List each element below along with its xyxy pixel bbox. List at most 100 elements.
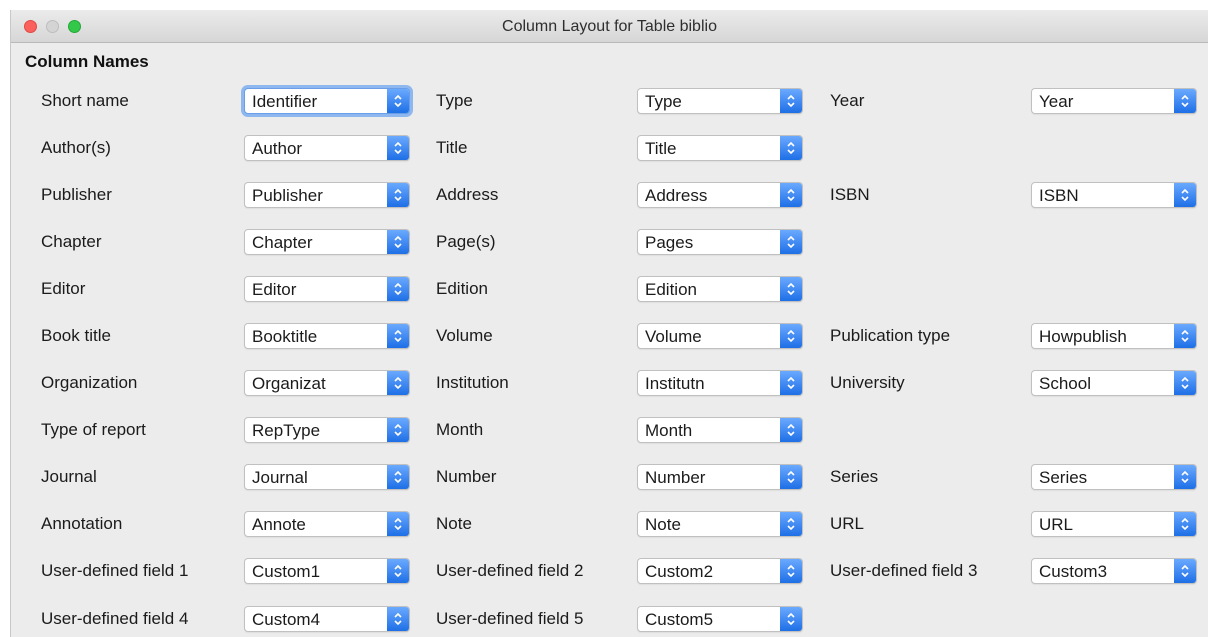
updown-chevron-icon[interactable] — [780, 277, 802, 301]
column-select[interactable]: Custom3 — [1031, 558, 1197, 584]
updown-chevron-icon[interactable] — [387, 89, 409, 113]
column-select-value: Identifier — [252, 92, 318, 111]
column-select-value: Edition — [645, 280, 697, 299]
updown-chevron-icon[interactable] — [780, 230, 802, 254]
updown-chevron-icon[interactable] — [780, 371, 802, 395]
column-select[interactable]: Custom2 — [637, 558, 803, 584]
column-select[interactable]: Identifier — [244, 88, 410, 114]
column-select[interactable]: Journal — [244, 464, 410, 490]
updown-chevron-icon[interactable] — [1174, 324, 1196, 348]
field-label: Month — [436, 420, 484, 439]
column-select[interactable]: Institutn — [637, 370, 803, 396]
field-label: Editor — [41, 279, 86, 298]
window-title: Column Layout for Table biblio — [502, 18, 717, 35]
column-select[interactable]: Publisher — [244, 182, 410, 208]
column-select[interactable]: Series — [1031, 464, 1197, 490]
column-select[interactable]: Author — [244, 135, 410, 161]
updown-chevron-icon[interactable] — [780, 183, 802, 207]
field-row: Book title Booktitle Volume Volume Publicati… — [11, 323, 1208, 349]
column-select[interactable]: Note — [637, 511, 803, 537]
field-label: Short name — [41, 91, 129, 110]
updown-chevron-icon[interactable] — [780, 418, 802, 442]
updown-chevron-icon[interactable] — [780, 136, 802, 160]
column-select-value: Custom4 — [252, 610, 321, 629]
column-select-value: Address — [645, 186, 708, 205]
column-select-value: Journal — [252, 468, 308, 487]
field-label: URL — [830, 514, 865, 533]
column-select[interactable]: Chapter — [244, 229, 410, 255]
column-select-value: Custom1 — [252, 562, 321, 581]
section-title: Column Names — [25, 52, 149, 71]
updown-chevron-icon[interactable] — [387, 465, 409, 489]
column-select[interactable]: Booktitle — [244, 323, 410, 349]
updown-chevron-icon[interactable] — [1174, 512, 1196, 536]
column-select[interactable]: Howpublish — [1031, 323, 1197, 349]
column-select-value: Title — [645, 139, 677, 158]
column-select-value: Custom2 — [645, 562, 714, 581]
column-select[interactable]: Organizat — [244, 370, 410, 396]
updown-chevron-icon[interactable] — [387, 277, 409, 301]
column-select[interactable]: Year — [1031, 88, 1197, 114]
column-select[interactable]: Volume — [637, 323, 803, 349]
column-select-value: Organizat — [252, 374, 326, 393]
column-select[interactable]: Month — [637, 417, 803, 443]
updown-chevron-icon[interactable] — [780, 465, 802, 489]
column-select[interactable]: Edition — [637, 276, 803, 302]
field-row: Chapter Chapter Page(s) Pages — [11, 229, 1208, 255]
updown-chevron-icon[interactable] — [387, 607, 409, 631]
updown-chevron-icon[interactable] — [780, 512, 802, 536]
column-select-value: Chapter — [252, 233, 313, 252]
field-label: Series — [830, 467, 879, 486]
updown-chevron-icon[interactable] — [780, 89, 802, 113]
column-select[interactable]: Editor — [244, 276, 410, 302]
updown-chevron-icon[interactable] — [387, 512, 409, 536]
column-select-value: RepType — [252, 421, 321, 440]
updown-chevron-icon[interactable] — [1174, 559, 1196, 583]
field-label: Annotation — [41, 514, 123, 533]
column-select[interactable]: ISBN — [1031, 182, 1197, 208]
field-row: Type of report RepType Month Month — [11, 417, 1208, 443]
field-label: Title — [436, 138, 468, 157]
column-select[interactable]: Annote — [244, 511, 410, 537]
field-label: ISBN — [830, 185, 870, 204]
updown-chevron-icon[interactable] — [1174, 89, 1196, 113]
column-select[interactable]: School — [1031, 370, 1197, 396]
column-select[interactable]: Number — [637, 464, 803, 490]
updown-chevron-icon[interactable] — [387, 183, 409, 207]
updown-chevron-icon[interactable] — [387, 136, 409, 160]
field-label: Publication type — [830, 326, 951, 345]
field-row: Publisher Publisher Address Address ISBN ISBN — [11, 182, 1208, 208]
column-select-value: Note — [645, 515, 681, 534]
column-select[interactable]: Address — [637, 182, 803, 208]
column-select-value: Institutn — [645, 374, 705, 393]
updown-chevron-icon[interactable] — [387, 324, 409, 348]
updown-chevron-icon[interactable] — [1174, 371, 1196, 395]
column-select[interactable]: URL — [1031, 511, 1197, 537]
updown-chevron-icon[interactable] — [387, 418, 409, 442]
column-select-value: Custom3 — [1039, 562, 1108, 581]
column-select[interactable]: RepType — [244, 417, 410, 443]
updown-chevron-icon[interactable] — [387, 371, 409, 395]
field-label: User-defined field 5 — [436, 609, 584, 628]
column-select-value: School — [1039, 374, 1091, 393]
column-select[interactable]: Custom5 — [637, 606, 803, 632]
updown-chevron-icon[interactable] — [780, 607, 802, 631]
dialog-window: Column Layout for Table biblio Column Na… — [10, 10, 1208, 637]
updown-chevron-icon[interactable] — [780, 559, 802, 583]
column-select[interactable]: Pages — [637, 229, 803, 255]
updown-chevron-icon[interactable] — [387, 230, 409, 254]
field-label: Page(s) — [436, 232, 496, 251]
column-select[interactable]: Custom4 — [244, 606, 410, 632]
column-select[interactable]: Type — [637, 88, 803, 114]
field-label: User-defined field 4 — [41, 609, 189, 628]
updown-chevron-icon[interactable] — [1174, 465, 1196, 489]
column-select[interactable]: Custom1 — [244, 558, 410, 584]
field-row: Journal Journal Number Number Series Series — [11, 464, 1208, 490]
column-select-value: Year — [1039, 92, 1074, 111]
field-label: Author(s) — [41, 138, 111, 157]
column-select-value: Volume — [645, 327, 702, 346]
column-select[interactable]: Title — [637, 135, 803, 161]
updown-chevron-icon[interactable] — [780, 324, 802, 348]
updown-chevron-icon[interactable] — [387, 559, 409, 583]
updown-chevron-icon[interactable] — [1174, 183, 1196, 207]
